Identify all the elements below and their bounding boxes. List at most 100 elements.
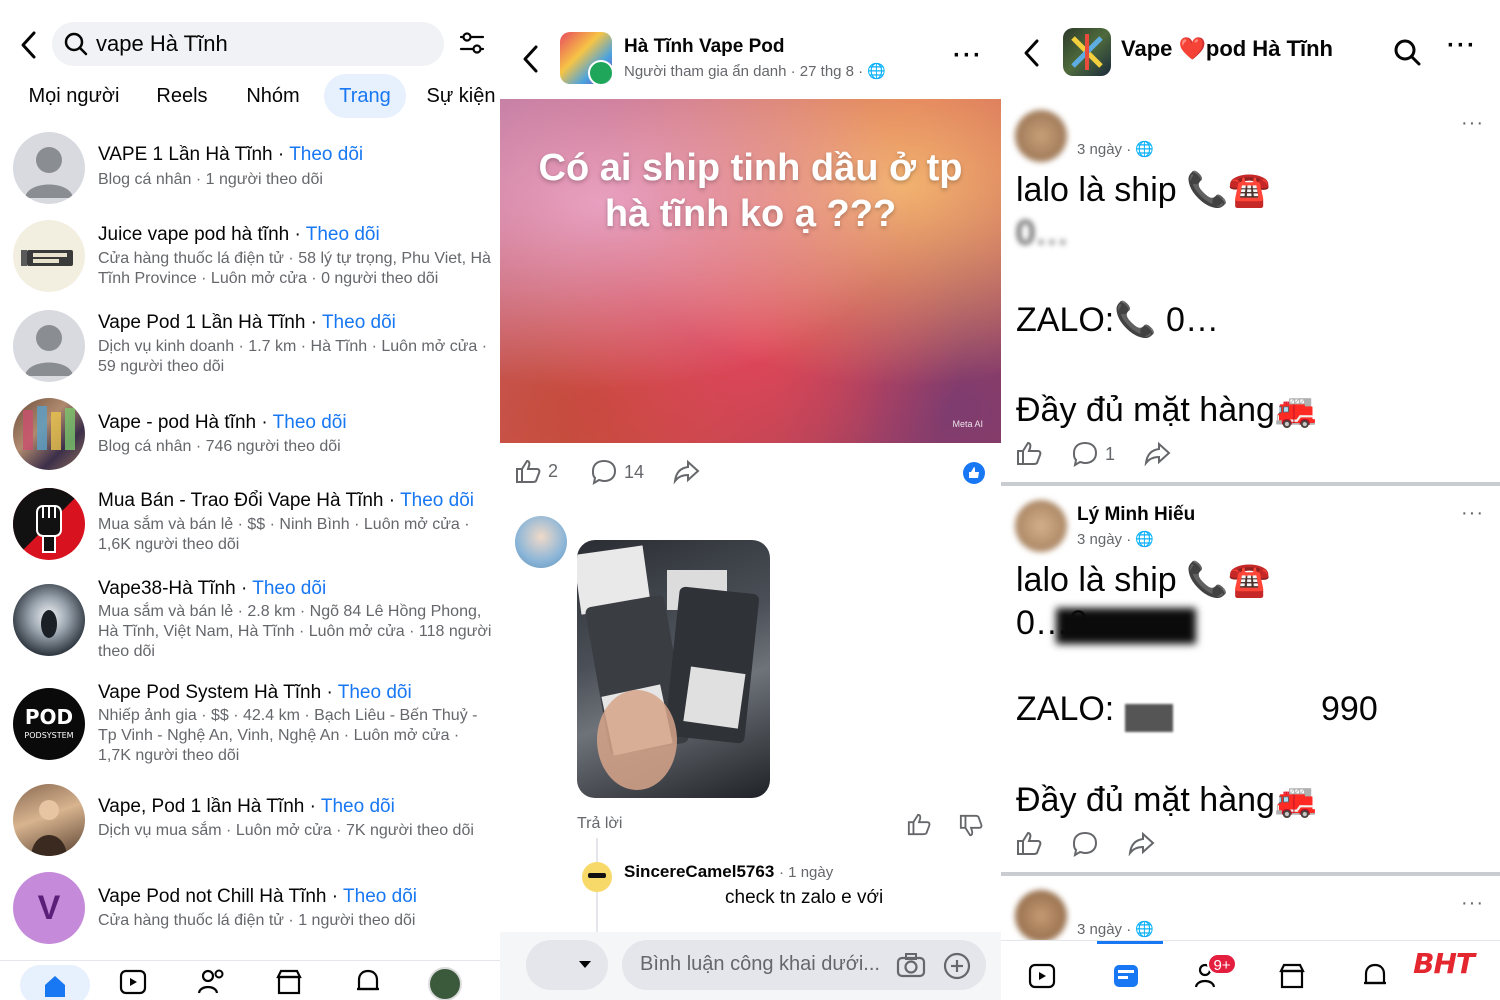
video-icon[interactable]: [118, 967, 148, 997]
comment-button[interactable]: 1: [1071, 440, 1115, 468]
upvote-icon[interactable]: [906, 812, 932, 836]
comment-placeholder: Bình luận công khai dưới...: [640, 953, 880, 975]
follow-link[interactable]: Theo dõi: [252, 578, 326, 599]
like-count: 2: [548, 460, 559, 481]
result-name[interactable]: Vape, Pod 1 lần Hà Tĩnh: [98, 796, 304, 817]
result-subtitle: Dịch vụ kinh doanh · 1.7 km · Hà Tĩnh · …: [98, 338, 488, 375]
comment-icon: [591, 459, 617, 486]
commenter-avatar[interactable]: [515, 516, 567, 568]
result-name[interactable]: Vape Pod not Chill Hà Tĩnh: [98, 886, 327, 907]
page-title[interactable]: Vape ❤️pod Hà Tĩnh: [1121, 36, 1333, 62]
group-name[interactable]: Hà Tĩnh Vape Pod: [624, 36, 784, 58]
bottom-nav: [0, 960, 500, 1000]
page-header: Vape ❤️pod Hà Tĩnh ···: [1001, 26, 1500, 82]
product-photo: [13, 398, 85, 470]
group-post-panel: Hà Tĩnh Vape Pod Người tham gia ẩn danh …: [500, 0, 1001, 1000]
like-icon: [1017, 831, 1042, 855]
comment-button[interactable]: 14: [590, 458, 644, 486]
reply-link[interactable]: Trả lời: [577, 815, 622, 833]
more-options-icon[interactable]: ···: [1447, 32, 1477, 60]
identity-selector[interactable]: [526, 940, 608, 990]
more-options-icon[interactable]: ···: [1461, 892, 1484, 915]
tab-pages[interactable]: Trang: [324, 74, 406, 118]
tab-groups[interactable]: Nhóm: [236, 74, 310, 118]
blurred-phone: 0…: [1016, 214, 1069, 252]
bell-icon[interactable]: [1361, 961, 1389, 991]
more-options-icon[interactable]: ···: [953, 42, 983, 70]
notification-badge: 9+: [1207, 953, 1237, 975]
add-icon[interactable]: [942, 951, 972, 981]
search-input[interactable]: vape Hà Tĩnh: [52, 22, 444, 66]
like-button[interactable]: [1015, 440, 1043, 466]
home-icon: [45, 976, 65, 997]
result-name[interactable]: Vape Pod 1 Lần Hà Tĩnh: [98, 312, 305, 333]
commenter-avatar[interactable]: [582, 862, 612, 892]
follow-link[interactable]: Theo dõi: [338, 682, 412, 703]
commenter-name[interactable]: SincereCamel5763: [624, 862, 774, 881]
podsystem-logo: POD PODSYSTEM: [13, 688, 85, 760]
result-subtitle: Cửa hàng thuốc lá điện tử · 1 người theo…: [98, 912, 416, 929]
follow-link[interactable]: Theo dõi: [343, 886, 417, 907]
chevron-down-icon: [579, 961, 591, 968]
group-avatar[interactable]: [560, 32, 612, 84]
share-icon: [1128, 831, 1155, 856]
result-name[interactable]: VAPE 1 Lần Hà Tĩnh: [98, 144, 273, 165]
globe-icon: 🌐: [1135, 531, 1155, 548]
search-tabs: Mọi người Reels Nhóm Trang Sự kiện: [0, 74, 500, 118]
result-name[interactable]: Mua Bán - Trao Đổi Vape Hà Tĩnh: [98, 490, 384, 511]
post-meta: Người tham gia ẩn danh · 27 thg 8 ·: [624, 63, 864, 80]
share-icon: [673, 459, 700, 484]
feeds-icon[interactable]: [1111, 961, 1141, 991]
result-name[interactable]: Vape38-Hà Tĩnh: [98, 578, 236, 599]
like-button[interactable]: 2: [514, 458, 558, 484]
home-tab[interactable]: [20, 965, 90, 1000]
tab-reels[interactable]: Reels: [148, 74, 216, 118]
comment-photo[interactable]: [577, 540, 770, 798]
result-subtitle: Cửa hàng thuốc lá điện tử · 58 lý tự trọ…: [98, 250, 491, 287]
post-text: Có ai ship tinh dầu ở tp hà tĩnh ko ạ ??…: [538, 147, 963, 235]
poster-avatar[interactable]: [1015, 500, 1067, 552]
comment-count: 1: [1105, 443, 1116, 464]
default-avatar: [13, 310, 85, 382]
like-button[interactable]: [1015, 830, 1043, 856]
search-results-panel: vape Hà Tĩnh Mọi người Reels Nhóm Trang …: [0, 0, 500, 1000]
poster-avatar[interactable]: [1015, 110, 1067, 162]
friends-icon[interactable]: [196, 967, 228, 997]
camera-icon[interactable]: [896, 952, 926, 978]
follow-link[interactable]: Theo dõi: [322, 312, 396, 333]
default-avatar: [13, 132, 85, 204]
follow-link[interactable]: Theo dõi: [273, 412, 347, 433]
more-options-icon[interactable]: ···: [1461, 112, 1484, 135]
search-icon[interactable]: [1393, 38, 1421, 66]
result-name[interactable]: Vape Pod System Hà Tĩnh: [98, 682, 321, 703]
follow-link[interactable]: Theo dõi: [289, 144, 363, 165]
result-name[interactable]: Vape - pod Hà tĩnh: [98, 412, 256, 433]
share-button[interactable]: [1127, 830, 1155, 856]
result-name[interactable]: Juice vape pod hà tĩnh: [98, 224, 294, 245]
more-options-icon[interactable]: ···: [1461, 502, 1484, 525]
poster-name[interactable]: Lý Minh Hiếu: [1077, 504, 1195, 526]
back-arrow-icon[interactable]: [520, 44, 542, 74]
profile-avatar[interactable]: [428, 967, 462, 1000]
marketplace-icon[interactable]: [1277, 961, 1307, 991]
share-button[interactable]: [1143, 440, 1171, 466]
post-separator: [1001, 482, 1500, 486]
bell-icon[interactable]: [354, 967, 382, 997]
page-avatar[interactable]: [1063, 28, 1111, 76]
filter-icon[interactable]: [458, 30, 486, 56]
follow-link[interactable]: Theo dõi: [306, 224, 380, 245]
video-icon[interactable]: [1027, 961, 1057, 991]
follow-link[interactable]: Theo dõi: [321, 796, 395, 817]
tab-events[interactable]: Sự kiện: [422, 74, 500, 118]
comment-button[interactable]: [1071, 830, 1099, 858]
poster-avatar[interactable]: [1015, 890, 1067, 942]
comment-input[interactable]: Bình luận công khai dưới...: [622, 940, 986, 990]
downvote-icon[interactable]: [958, 814, 984, 838]
back-arrow-icon[interactable]: [1021, 38, 1043, 68]
tab-people[interactable]: Mọi người: [20, 74, 128, 118]
marketplace-icon[interactable]: [274, 967, 304, 997]
result-subtitle: Dịch vụ mua sắm · Luôn mở cửa · 7K người…: [98, 822, 474, 839]
follow-link[interactable]: Theo dõi: [400, 490, 474, 511]
back-arrow-icon[interactable]: [18, 30, 40, 60]
share-button[interactable]: [672, 458, 700, 484]
